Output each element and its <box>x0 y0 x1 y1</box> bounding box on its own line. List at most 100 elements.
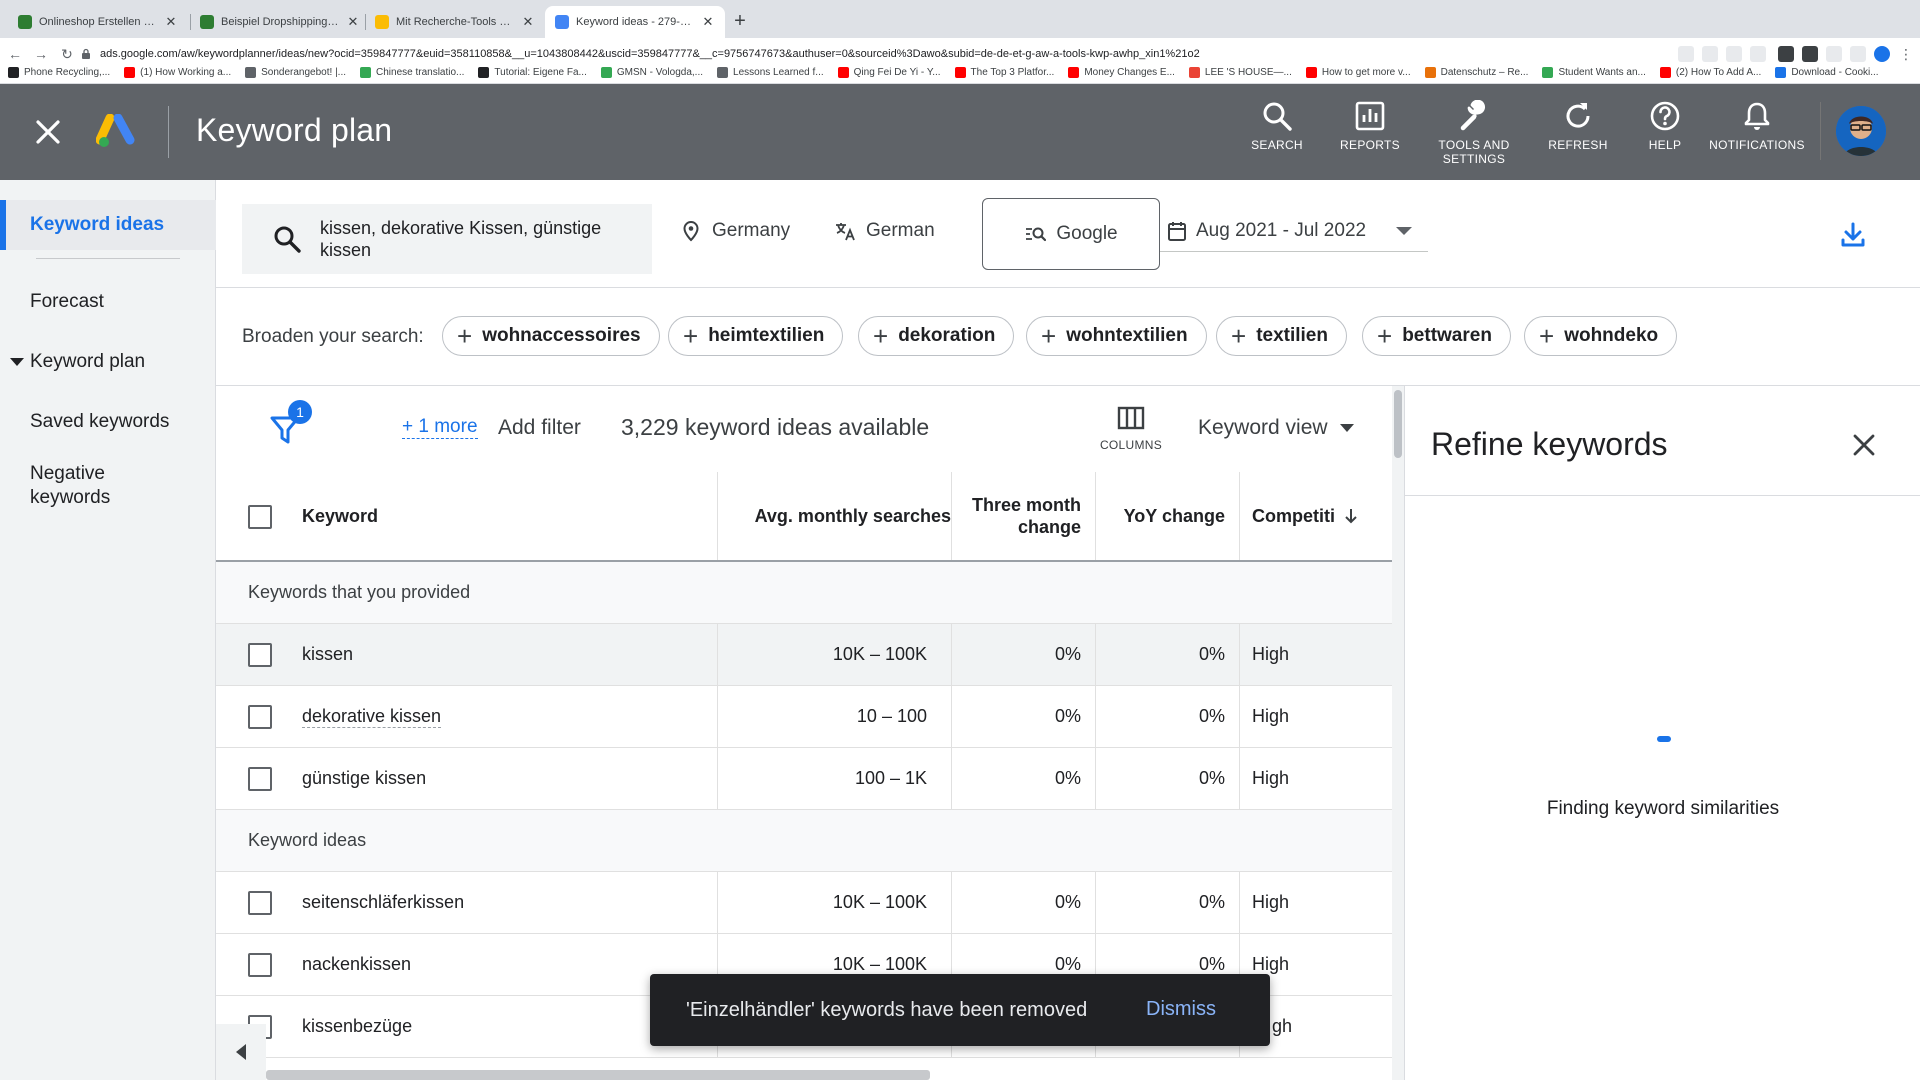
bookmark-icon <box>1775 67 1787 78</box>
tab-close-icon[interactable]: ✕ <box>701 15 715 29</box>
date-range-selector[interactable]: Aug 2021 - Jul 2022 <box>1160 210 1428 252</box>
refine-panel-title: Refine keywords <box>1431 426 1668 462</box>
bookmark-item[interactable]: Download - Cooki... <box>1775 67 1879 78</box>
broaden-chip[interactable]: + dekoration <box>858 316 1015 356</box>
language-selector[interactable]: German <box>834 220 935 242</box>
table-row[interactable]: dekorative kissen 10 – 100 0% 0% High <box>216 686 1392 748</box>
header-help-button[interactable]: HELP <box>1615 100 1715 170</box>
bookmark-item[interactable]: Student Wants an... <box>1542 67 1646 78</box>
tab-close-icon[interactable]: ✕ <box>346 15 360 29</box>
broaden-chip[interactable]: + heimtextilien <box>668 316 844 356</box>
nav-item-negative-keywords[interactable]: Negative keywords <box>0 462 150 510</box>
download-icon[interactable] <box>1838 220 1868 250</box>
extension-icon[interactable] <box>1778 46 1794 62</box>
nav-item-forecast[interactable]: Forecast <box>0 286 216 318</box>
browser-tab-active[interactable]: Keyword ideas - 279-560-1886 ✕ <box>545 6 725 38</box>
bookmark-item[interactable]: Phone Recycling,... <box>8 67 110 78</box>
nav-item-keyword-plan[interactable]: Keyword plan <box>0 346 216 378</box>
table-row[interactable]: günstige kissen 100 – 1K 0% 0% High <box>216 748 1392 810</box>
keyword-query-field[interactable]: kissen, dekorative Kissen, günstige kiss… <box>242 204 652 274</box>
keyword-view-selector[interactable]: Keyword view <box>1198 416 1354 440</box>
bookmark-item[interactable]: Datenschutz – Re... <box>1424 67 1528 78</box>
bookmark-icon <box>954 67 966 78</box>
row-checkbox[interactable] <box>248 891 272 915</box>
bookmark-item[interactable]: The Top 3 Platfor... <box>954 67 1054 78</box>
bookmark-item[interactable]: LEE 'S HOUSE—... <box>1188 67 1292 78</box>
column-header-keyword[interactable]: Keyword <box>302 472 378 560</box>
url-text: ads.google.com/aw/keywordplanner/ideas/n… <box>100 48 1200 60</box>
row-checkbox[interactable] <box>248 643 272 667</box>
browser-tab[interactable]: Beispiel Dropshipping Store - F ✕ <box>190 6 370 38</box>
bookmark-item[interactable]: GMSN - Vologda,... <box>600 67 703 78</box>
tab-close-icon[interactable]: ✕ <box>164 15 178 29</box>
new-tab-button[interactable]: + <box>728 10 752 34</box>
more-filters-link[interactable]: + 1 more <box>402 416 478 439</box>
bookmark-star-icon[interactable] <box>1750 46 1766 62</box>
extension-icon[interactable] <box>1802 46 1818 62</box>
dismiss-button[interactable]: Dismiss <box>1146 998 1216 1021</box>
close-icon[interactable] <box>30 114 66 150</box>
scroll-left-button[interactable] <box>216 1024 266 1080</box>
bookmark-item[interactable]: Qing Fei De Yi - Y... <box>837 67 941 78</box>
column-header-avg-monthly-searches[interactable]: Avg. monthly searches <box>717 472 951 560</box>
broaden-chip[interactable]: + bettwaren <box>1362 316 1511 356</box>
table-vertical-scrollbar[interactable] <box>1392 386 1404 1080</box>
column-header-three-month-change[interactable]: Three month change <box>951 472 1081 560</box>
profile-icon[interactable] <box>1874 46 1890 62</box>
row-checkbox[interactable] <box>248 953 272 977</box>
app-header: Keyword plan SEARCH REPORTS TOOLS AND SE… <box>0 84 1920 180</box>
browser-tab[interactable]: Onlineshop Erstellen - Einfach ✕ <box>8 6 188 38</box>
search-network-selector[interactable]: Google <box>982 198 1160 270</box>
bookmark-icon <box>717 67 729 78</box>
column-header-yoy-change[interactable]: YoY change <box>1095 472 1225 560</box>
competition-cell: High <box>1252 892 1290 912</box>
translate-icon[interactable] <box>1678 46 1694 62</box>
reading-list-icon[interactable] <box>1850 46 1866 62</box>
reports-icon <box>1355 101 1385 131</box>
row-checkbox[interactable] <box>248 767 272 791</box>
columns-button[interactable]: COLUMNS <box>1096 406 1166 462</box>
bookmark-item[interactable]: Sonderangebot! |... <box>245 67 346 78</box>
broaden-chip[interactable]: + textilien <box>1216 316 1347 356</box>
header-notifications-button[interactable]: NOTIFICATIONS <box>1705 100 1809 170</box>
bookmark-item[interactable]: Lessons Learned f... <box>717 67 824 78</box>
tab-title: Onlineshop Erstellen - Einfach <box>39 16 158 28</box>
zoom-icon[interactable] <box>1702 46 1718 62</box>
bookmark-item[interactable]: Chinese translatio... <box>360 67 464 78</box>
bookmark-item[interactable]: Money Changes E... <box>1068 67 1175 78</box>
close-panel-icon[interactable] <box>1849 430 1879 460</box>
puzzle-icon[interactable] <box>1826 46 1842 62</box>
bookmark-icon <box>478 67 490 78</box>
caret-down-icon <box>10 357 24 366</box>
sort-arrow-down-icon <box>1345 509 1357 524</box>
plus-icon: + <box>1041 321 1057 351</box>
bookmark-item[interactable]: (2) How To Add A... <box>1659 67 1761 78</box>
bookmark-item[interactable]: (1) How Working a... <box>124 67 231 78</box>
table-row[interactable]: seitenschläferkissen 10K – 100K 0% 0% Hi… <box>216 872 1392 934</box>
header-reports-button[interactable]: REPORTS <box>1320 100 1420 170</box>
row-checkbox[interactable] <box>248 705 272 729</box>
three-month-cell: 0% <box>1054 768 1081 788</box>
share-icon[interactable] <box>1726 46 1742 62</box>
header-refresh-button[interactable]: REFRESH <box>1528 100 1628 170</box>
broaden-chip[interactable]: + wohntextilien <box>1026 316 1207 356</box>
nav-item-keyword-ideas[interactable]: Keyword ideas <box>0 200 216 250</box>
avatar[interactable] <box>1836 106 1886 156</box>
location-selector[interactable]: Germany <box>680 220 790 242</box>
menu-kebab-icon[interactable]: ⋮ <box>1898 46 1914 62</box>
tab-title: Mit Recherche-Tools die richtig <box>396 16 515 28</box>
table-horizontal-scrollbar[interactable] <box>266 1070 930 1080</box>
column-header-competition[interactable]: Competiti <box>1252 472 1382 560</box>
browser-tab[interactable]: Mit Recherche-Tools die richtig ✕ <box>365 6 545 38</box>
nav-item-saved-keywords[interactable]: Saved keywords <box>0 406 216 438</box>
table-row[interactable]: kissen 10K – 100K 0% 0% High <box>216 624 1392 686</box>
header-search-button[interactable]: SEARCH <box>1227 100 1327 170</box>
add-filter-button[interactable]: Add filter <box>498 416 581 440</box>
broaden-chip[interactable]: + wohndeko <box>1524 316 1678 356</box>
tab-close-icon[interactable]: ✕ <box>521 15 535 29</box>
select-all-checkbox[interactable] <box>248 505 272 529</box>
broaden-chip[interactable]: + wohnaccessoires <box>442 316 660 356</box>
header-tools-button[interactable]: TOOLS AND SETTINGS <box>1424 100 1524 170</box>
bookmark-item[interactable]: Tutorial: Eigene Fa... <box>478 67 587 78</box>
bookmark-item[interactable]: How to get more v... <box>1305 67 1411 78</box>
